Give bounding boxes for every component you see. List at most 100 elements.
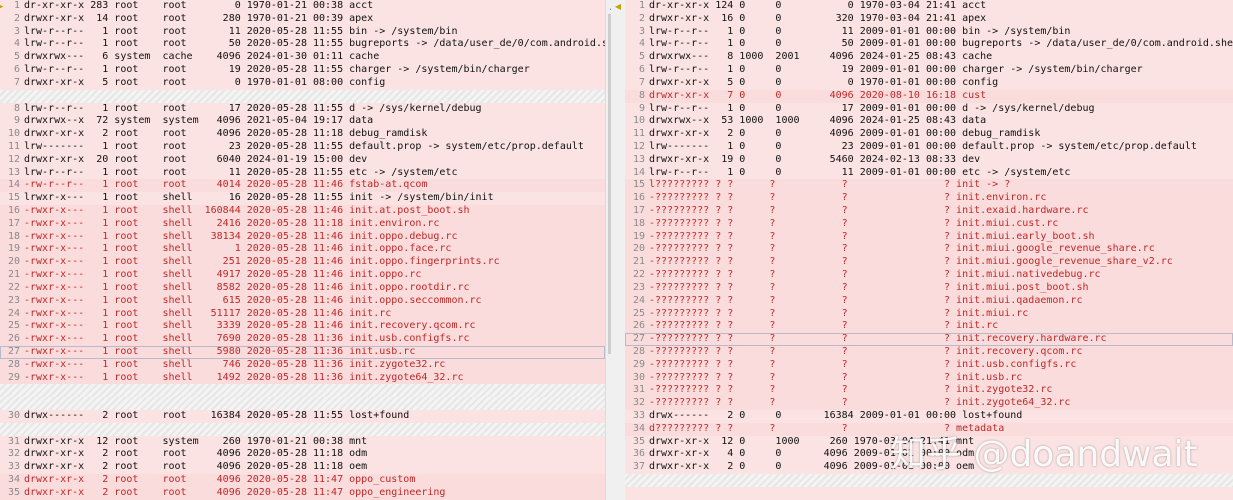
diff-line[interactable]: 29 -????????? ? ? ? ? ? init.usb.configfs… (625, 358, 1233, 372)
line-number: 12 (632, 140, 645, 152)
line-text: lrw-r--r-- 1 0 0 11 2009-01-01 00:00 bin… (649, 25, 1071, 37)
diff-line[interactable]: 28 -????????? ? ? ? ? ? init.recovery.qco… (625, 345, 1233, 359)
diff-line[interactable]: 26 -rwxr-x--- 1 root shell 7690 2020-05-2… (0, 333, 605, 346)
diff-line[interactable]: 28 -rwxr-x--- 1 root shell 746 2020-05-28… (0, 358, 605, 372)
line-text: lrw-r--r-- 1 root root 11 2020-05-28 11:… (24, 166, 458, 178)
diff-line[interactable]: 4 lrw-r--r-- 1 root root 50 2020-05-28 11… (0, 38, 605, 51)
line-text: -rwxr-x--- 1 root shell 1492 2020-05-28 … (24, 371, 464, 383)
diff-line[interactable]: 3 lrw-r--r-- 1 0 0 11 2009-01-01 00:00 bi… (625, 26, 1233, 39)
diff-line[interactable]: 13 drwxr-xr-x 19 0 0 5460 2024-02-13 08:3… (625, 154, 1233, 167)
line-number: 5 (638, 51, 645, 63)
arrow-left-icon[interactable]: ◀ (611, 0, 625, 14)
diff-line[interactable]: 6 lrw-r--r-- 1 0 0 19 2009-01-01 00:00 ch… (625, 64, 1233, 77)
diff-line[interactable]: 27 -rwxr-x--- 1 root shell 5980 2020-05-2… (0, 345, 605, 359)
line-number: 14 (7, 179, 20, 191)
line-text: -rwxr-x--- 1 root shell 51117 2020-05-28… (24, 307, 392, 319)
right-file-pane[interactable]: 1 dr-xr-xr-x 124 0 0 0 1970-03-04 21:41 a… (625, 0, 1233, 500)
line-text: drwxr-xr-x 14 root root 280 1970-01-21 0… (24, 12, 374, 24)
diff-line[interactable]: 8 lrw-r--r-- 1 root root 17 2020-05-28 11… (0, 103, 605, 116)
diff-line[interactable]: 5 drwxrwx--- 6 system cache 4096 2024-01-… (0, 51, 605, 64)
diff-line[interactable]: 5 drwxrwx--- 8 1000 2001 4096 2024-01-25 … (625, 51, 1233, 64)
diff-line[interactable]: 11 lrw------- 1 root root 23 2020-05-28 1… (0, 141, 605, 154)
line-text: -rwxr-x--- 1 root shell 746 2020-05-28 1… (24, 358, 446, 370)
diff-line[interactable]: 1 dr-xr-xr-x 124 0 0 0 1970-03-04 21:41 a… (625, 0, 1233, 13)
diff-line[interactable]: 24 -????????? ? ? ? ? ? init.miui.qadaemo… (625, 294, 1233, 308)
diff-line[interactable]: 35 drwxr-xr-x 2 root root 4096 2020-05-28… (0, 486, 605, 500)
diff-line[interactable]: 19 -????????? ? ? ? ? ? init.miui.early_b… (625, 230, 1233, 244)
diff-line[interactable]: 30 -????????? ? ? ? ? ? init.usb.rc (625, 371, 1233, 385)
diff-line[interactable]: 34 drwxr-xr-x 2 root root 4096 2020-05-28… (0, 474, 605, 487)
gap-row (625, 474, 1233, 487)
diff-line[interactable]: 10 drwxr-xr-x 2 root root 4096 2020-05-28… (0, 128, 605, 141)
diff-line[interactable]: 33 drwxr-xr-x 2 root root 4096 2020-05-28… (0, 461, 605, 474)
diff-line[interactable]: 33 drwx------ 2 0 0 16384 2009-01-01 00:0… (625, 410, 1233, 423)
diff-line[interactable]: 14 -rw-r--r-- 1 root root 4014 2020-05-28… (0, 179, 605, 193)
diff-line[interactable]: 16 -rwxr-x--- 1 root shell 160844 2020-05… (0, 205, 605, 218)
diff-line[interactable]: 8 drwxr-xr-x 7 0 0 4096 2020-08-10 16:18 … (625, 89, 1233, 103)
diff-line[interactable]: 25 -????????? ? ? ? ? ? init.miui.rc (625, 307, 1233, 321)
diff-line[interactable]: 9 lrw-r--r-- 1 0 0 17 2009-01-01 00:00 d … (625, 103, 1233, 116)
diff-line[interactable]: 16 -????????? ? ? ? ? ? init.environ.rc (625, 192, 1233, 205)
diff-line[interactable]: 2 drwxr-xr-x 16 0 0 320 1970-03-04 21:41 … (625, 13, 1233, 26)
line-text: drwxr-xr-x 7 0 0 4096 2020-08-10 16:18 c… (649, 89, 987, 101)
diff-line[interactable]: 31 drwxr-xr-x 12 root system 260 1970-01-… (0, 436, 605, 449)
diff-line[interactable]: 22 -????????? ? ? ? ? ? init.miui.natived… (625, 269, 1233, 282)
diff-line[interactable]: 20 -rwxr-x--- 1 root shell 251 2020-05-28… (0, 256, 605, 270)
line-number: 17 (7, 217, 20, 229)
line-text: -rwxr-x--- 1 root shell 5980 2020-05-28 … (24, 345, 416, 357)
line-number: 1 (638, 0, 645, 11)
diff-line[interactable]: 19 -rwxr-x--- 1 root shell 1 2020-05-28 1… (0, 243, 605, 257)
diff-line[interactable]: 10 drwxrwx--x 53 1000 1000 4096 2024-01-2… (625, 115, 1233, 128)
diff-line[interactable]: 3 lrw-r--r-- 1 root root 11 2020-05-28 11… (0, 26, 605, 39)
line-number: 6 (13, 64, 20, 76)
diff-line[interactable]: 35 drwxr-xr-x 12 0 1000 260 1970-03-04 21… (625, 436, 1233, 449)
diff-line[interactable]: 26 -????????? ? ? ? ? ? init.rc (625, 320, 1233, 334)
diff-line[interactable]: 11 drwxr-xr-x 2 0 0 4096 2009-01-01 00:00… (625, 128, 1233, 141)
diff-line[interactable]: 13 lrw-r--r-- 1 root root 11 2020-05-28 1… (0, 167, 605, 180)
diff-line[interactable]: 2 drwxr-xr-x 14 root root 280 1970-01-21 … (0, 13, 605, 26)
diff-line[interactable]: 25 -rwxr-x--- 1 root shell 3339 2020-05-2… (0, 320, 605, 334)
line-number: 20 (7, 256, 20, 268)
diff-line[interactable]: 30 drwx------ 2 root root 16384 2020-05-2… (0, 410, 605, 423)
diff-line[interactable]: 27 -????????? ? ? ? ? ? init.recovery.har… (625, 333, 1233, 346)
diff-line[interactable]: 7 drwxr-xr-x 5 root root 0 1970-01-01 08:… (0, 77, 605, 90)
diff-line[interactable]: 36 drwxr-xr-x 4 0 0 4096 2009-01-01 00:00… (625, 448, 1233, 461)
diff-line[interactable]: 15 lrwxr-x--- 1 root shell 16 2020-05-28 … (0, 192, 605, 205)
diff-line[interactable]: 22 -rwxr-x--- 1 root shell 8582 2020-05-2… (0, 281, 605, 295)
diff-line[interactable]: 12 lrw------- 1 0 0 23 2009-01-01 00:00 d… (625, 141, 1233, 154)
diff-line[interactable]: 15 l????????? ? ? ? ? ? init -> ? (625, 179, 1233, 193)
diff-line[interactable]: 29 -rwxr-x--- 1 root shell 1492 2020-05-2… (0, 371, 605, 385)
diff-line[interactable]: 37 drwxr-xr-x 2 0 0 4096 2009-01-01 00:00… (625, 461, 1233, 474)
diff-line[interactable]: 12 drwxr-xr-x 20 root root 6040 2024-01-1… (0, 154, 605, 167)
diff-line[interactable]: 1 dr-xr-xr-x 283 root root 0 1970-01-21 0… (0, 0, 605, 13)
diff-line[interactable]: 4 lrw-r--r-- 1 0 0 50 2009-01-01 00:00 bu… (625, 38, 1233, 51)
diff-line[interactable]: 23 -????????? ? ? ? ? ? init.miui.post_bo… (625, 281, 1233, 295)
line-number: 18 (632, 217, 645, 229)
diff-line[interactable]: 21 -????????? ? ? ? ? ? init.miui.google_… (625, 256, 1233, 270)
diff-line[interactable]: 14 lrw-r--r-- 1 0 0 11 2009-01-01 00:00 e… (625, 167, 1233, 180)
line-text: lrw-r--r-- 1 0 0 11 2009-01-01 00:00 etc… (649, 166, 1071, 178)
diff-line[interactable]: 23 -rwxr-x--- 1 root shell 615 2020-05-28… (0, 294, 605, 308)
diff-line[interactable]: 18 -rwxr-x--- 1 root shell 38134 2020-05-… (0, 230, 605, 244)
diff-line[interactable]: 20 -????????? ? ? ? ? ? init.miui.google_… (625, 243, 1233, 257)
diff-line[interactable]: 32 -????????? ? ? ? ? ? init.zygote64_32.… (625, 397, 1233, 410)
diff-line[interactable]: 17 -????????? ? ? ? ? ? init.exaid.hardwa… (625, 205, 1233, 218)
diff-line[interactable]: 34 d????????? ? ? ? ? ? metadata (625, 422, 1233, 436)
line-text: drwxrwx--- 6 system cache 4096 2024-01-3… (24, 51, 380, 63)
line-number: 8 (638, 89, 645, 101)
diff-line[interactable]: 7 drwxr-xr-x 5 0 0 0 1970-01-01 00:00 con… (625, 77, 1233, 90)
line-number: 1 (13, 0, 20, 11)
line-number: 3 (13, 25, 20, 37)
left-file-pane[interactable]: ▶ 1 dr-xr-xr-x 283 root root 0 1970-01-21… (0, 0, 605, 500)
diff-line[interactable]: 31 -????????? ? ? ? ? ? init.zygote32.rc (625, 384, 1233, 398)
diff-line[interactable]: 17 -rwxr-x--- 1 root shell 2416 2020-05-2… (0, 217, 605, 231)
diff-line[interactable]: 21 -rwxr-x--- 1 root shell 4917 2020-05-2… (0, 269, 605, 282)
diff-line[interactable]: 18 -????????? ? ? ? ? ? init.miui.cust.rc (625, 217, 1233, 231)
diff-line[interactable]: 6 lrw-r--r-- 1 root root 19 2020-05-28 11… (0, 64, 605, 77)
diff-line[interactable]: 9 drwxrwx--x 72 system system 4096 2021-0… (0, 115, 605, 128)
diff-line[interactable]: 24 -rwxr-x--- 1 root shell 51117 2020-05-… (0, 307, 605, 321)
diff-line[interactable]: 32 drwxr-xr-x 2 root root 4096 2020-05-28… (0, 448, 605, 461)
line-text: -????????? ? ? ? ? ? init.miui.cust.rc (649, 217, 1059, 229)
right-scrollbar[interactable]: ◀ (611, 0, 626, 500)
line-text: drwx------ 2 0 0 16384 2009-01-01 00:00 … (649, 410, 1023, 421)
